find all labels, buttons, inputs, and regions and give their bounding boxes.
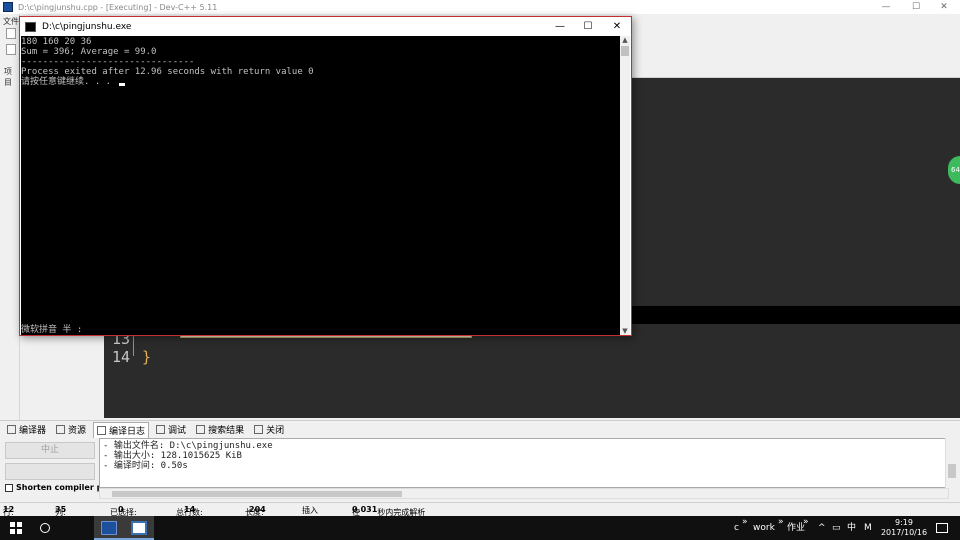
taskbar-console[interactable] — [124, 516, 154, 540]
notification-center-icon[interactable] — [936, 523, 948, 533]
taskbar-edge[interactable]: e — [64, 516, 144, 540]
editor-dark-band — [630, 306, 960, 324]
status-length: 长度: 204 — [245, 505, 266, 517]
console-app-icon — [25, 21, 36, 32]
log-horizontal-scrollbar[interactable] — [99, 488, 949, 499]
tab-label: 关闭 — [266, 426, 285, 436]
project-panel-label: 项目 — [4, 67, 12, 87]
abort-compilation-button[interactable]: 中止 — [5, 442, 95, 459]
chevron-icon[interactable]: » — [803, 510, 809, 534]
log-line: - 输出文件名: D:\c\pingjunshu.exe — [103, 441, 273, 451]
grid-icon — [7, 425, 16, 434]
taskbar-devcpp[interactable] — [94, 516, 124, 540]
console-close-button[interactable]: ✕ — [602, 17, 632, 36]
clock-time: 9:19 — [895, 518, 913, 527]
text-cursor — [118, 83, 125, 86]
console-minimize-button[interactable]: — — [545, 17, 575, 36]
console-line: Sum = 396; Average = 99.0 — [21, 47, 157, 57]
log-line: - 输出大小: 128.1015625 KiB — [103, 451, 242, 461]
console-title: D:\c\pingjunshu.exe — [42, 21, 132, 32]
scrollbar-thumb[interactable] — [112, 491, 402, 497]
console-line: 请按任意键继续. . . — [21, 77, 117, 87]
close-panel-icon — [254, 425, 264, 434]
main-minimize-button[interactable]: — — [872, 0, 900, 14]
menu-file[interactable]: 文件 — [3, 16, 19, 27]
console-line: 180 160 20 36 — [21, 37, 92, 47]
blank-button[interactable] — [5, 463, 95, 480]
status-parse: 在 0.031 秒内完成解析 — [352, 505, 425, 517]
console-maximize-button[interactable]: ☐ — [573, 17, 603, 36]
console-line: Process exited after 12.96 seconds with … — [21, 67, 314, 77]
status-bar: 行: 12 列: 35 已选择: 0 总行数: 14 长度: 204 插入 在 … — [0, 502, 960, 517]
console-taskbar-icon — [131, 521, 147, 535]
tab-compile-log[interactable]: 编译日志 — [93, 421, 150, 438]
status-col: 列: 35 — [55, 505, 66, 517]
tab-label: 资源 — [68, 426, 87, 436]
ime-indicator[interactable]: 中 — [847, 516, 856, 540]
compile-log-controls: 中止 Shorten compiler paths — [0, 438, 122, 500]
tab-search-results[interactable]: 搜索结果 — [193, 422, 247, 438]
tab-close[interactable]: 关闭 — [251, 422, 287, 438]
search-results-icon — [196, 425, 206, 434]
status-total: 总行数: 14 — [176, 505, 203, 517]
chevron-icon[interactable]: » — [778, 510, 784, 534]
line-number: 14 — [111, 348, 130, 366]
status-insert-mode: 插入 — [302, 506, 318, 515]
console-output[interactable]: 180 160 20 36 Sum = 396; Average = 99.0 … — [21, 36, 621, 335]
main-window-title: D:\c\pingjunshu.cpp - [Executing] - Dev-… — [18, 2, 218, 12]
status-row: 行: 12 — [3, 505, 14, 517]
check-icon — [156, 425, 166, 434]
main-titlebar: D:\c\pingjunshu.cpp - [Executing] - Dev-… — [0, 0, 960, 14]
console-window[interactable]: D:\c\pingjunshu.exe — ☐ ✕ 180 160 20 36 … — [19, 16, 632, 336]
compile-log-output[interactable]: - 输出文件名: D:\c\pingjunshu.exe - 输出大小: 128… — [99, 438, 949, 488]
scroll-down-icon[interactable]: ▼ — [620, 327, 630, 335]
tab-compiler[interactable]: 编译器 — [4, 422, 49, 438]
bottom-tabs: 编译器 资源 编译日志 调试 搜索结果 关闭 — [0, 420, 960, 438]
tab-label: 编译日志 — [109, 426, 146, 437]
tab-debug[interactable]: 调试 — [153, 422, 189, 438]
main-left-strip: 文件 项目 — [0, 14, 20, 420]
ime-mode-icon[interactable]: M — [864, 516, 872, 540]
log-vertical-scrollbar[interactable] — [945, 438, 957, 488]
tab-label: 调试 — [168, 426, 187, 436]
tab-label: 搜索结果 — [208, 426, 245, 436]
main-close-button[interactable]: ✕ — [930, 0, 958, 14]
closing-brace: } — [142, 348, 152, 366]
devcpp-taskbar-icon — [101, 521, 117, 535]
chart-icon — [97, 425, 107, 435]
console-scrollbar[interactable]: ▲ ▼ — [620, 36, 630, 335]
console-prompt-line: 请按任意键继续. . . — [21, 77, 621, 87]
clock-date: 2017/10/16 — [880, 528, 928, 537]
status-selected: 已选择: 0 — [110, 505, 137, 517]
code-line-14: 14} — [104, 348, 151, 366]
toolbar-work[interactable]: work — [753, 516, 775, 540]
chevron-icon[interactable]: » — [742, 510, 748, 534]
toolbar-c[interactable]: c — [734, 516, 739, 540]
windows-start-icon[interactable] — [10, 522, 22, 534]
tab-label: 编译器 — [19, 426, 47, 436]
main-toolbar — [632, 14, 960, 78]
battery-icon[interactable]: ▭ — [832, 516, 841, 540]
show-hidden-icons-icon[interactable]: ^ — [818, 516, 826, 540]
new-file-icon[interactable] — [6, 28, 16, 39]
taskbar-clock[interactable]: 9:19 2017/10/16 — [880, 518, 928, 538]
log-line: - 编译时间: 0.50s — [103, 461, 188, 471]
cortana-search-icon[interactable] — [40, 523, 50, 533]
tab-resources[interactable]: 资源 — [53, 422, 89, 438]
scrollbar-thumb[interactable] — [621, 46, 629, 56]
console-titlebar[interactable]: D:\c\pingjunshu.exe — ☐ ✕ — [20, 17, 631, 36]
resource-icon — [56, 425, 66, 434]
windows-taskbar: e c » work » 作业 » ^ ▭ 中 M 9:19 2017/10/1… — [0, 516, 960, 540]
ime-status: 微软拼音 半 : — [21, 325, 83, 335]
main-maximize-button[interactable]: ☐ — [902, 0, 930, 14]
checkbox-box[interactable] — [5, 483, 13, 492]
console-line: -------------------------------- — [21, 57, 195, 67]
scrollbar-thumb[interactable] — [948, 464, 956, 478]
open-file-icon[interactable] — [6, 44, 16, 55]
scroll-up-icon[interactable]: ▲ — [620, 36, 630, 44]
devcpp-app-icon — [3, 2, 13, 12]
